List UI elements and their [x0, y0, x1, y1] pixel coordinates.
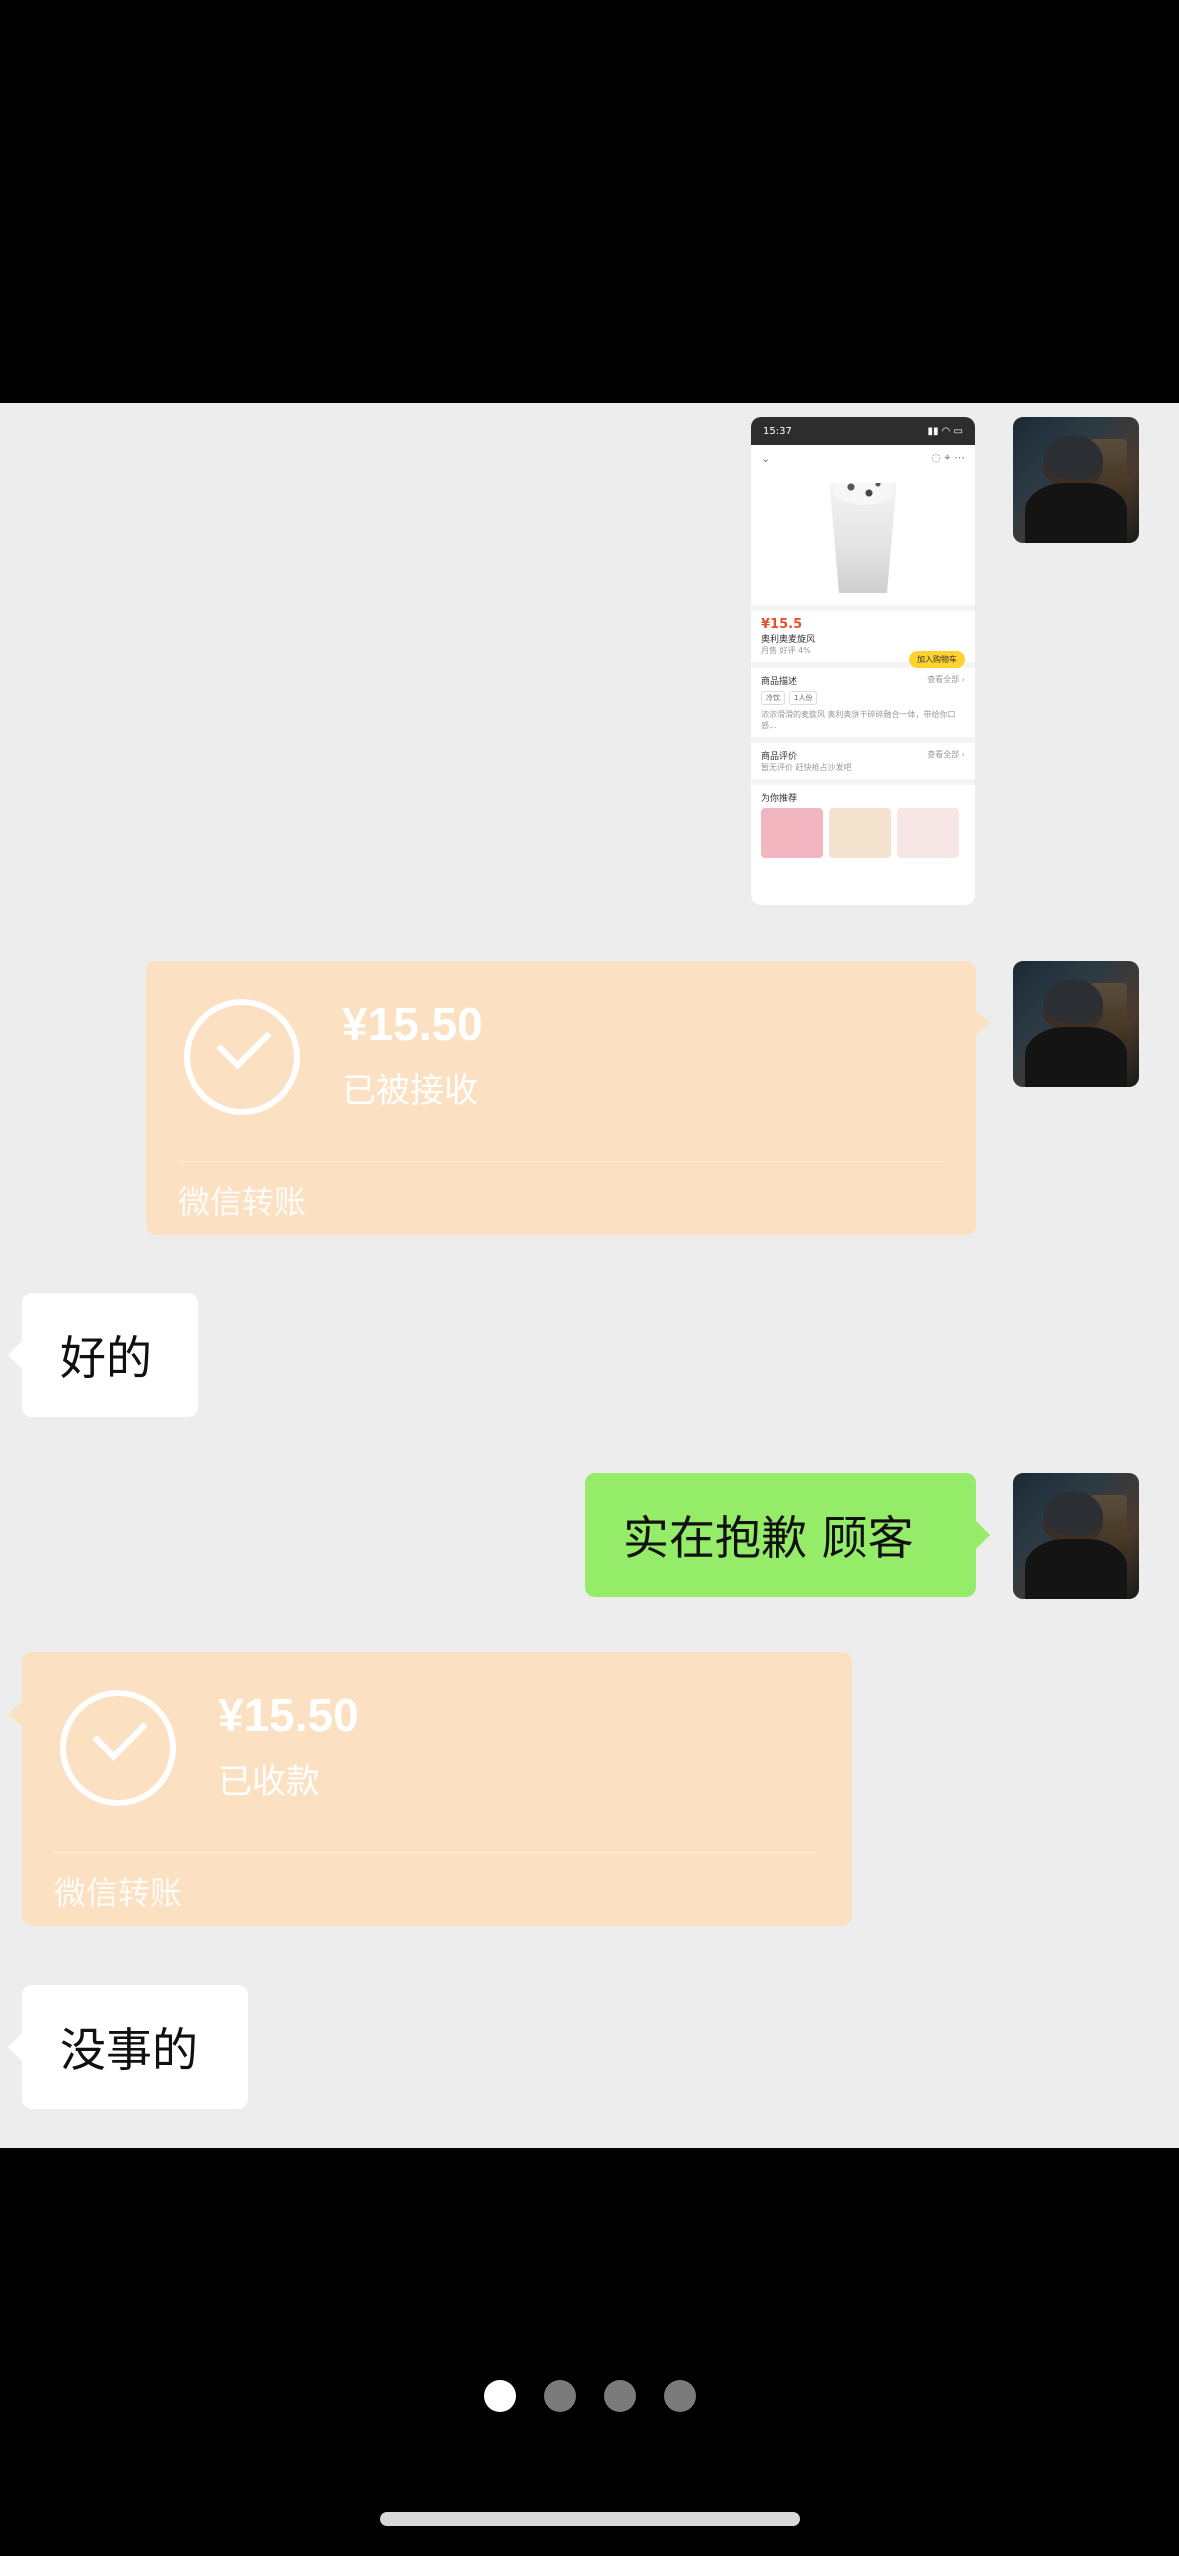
price-value: 15.5 [770, 617, 803, 632]
recommend-thumb-fries [897, 808, 959, 858]
message-text: 没事的 [60, 2023, 198, 2077]
page-dot-3[interactable] [603, 2380, 636, 2412]
review-link: 查看全部 › [927, 750, 965, 759]
avatar[interactable] [1013, 1473, 1139, 1599]
product-name: 奥利奥麦旋风 [761, 635, 816, 645]
message-text: 实在抱歉 顾客 [623, 1511, 914, 1565]
recommend-thumb-chicken [761, 808, 823, 858]
recommend-thumb-burger [829, 808, 891, 858]
check-circle-icon [184, 999, 300, 1115]
transfer-status: 已被接收 [342, 1071, 478, 1111]
transfer-card-collected[interactable]: ¥15.50 已收款 微信转账 [8, 1652, 852, 1926]
message-bubble-sent[interactable]: 实在抱歉 顾客 [585, 1473, 990, 1597]
transfer-amount: ¥15.50 [218, 1689, 359, 1741]
avatar[interactable] [1013, 961, 1139, 1087]
chip-cold-drink: 冷饮 [761, 691, 785, 705]
screenshot-time: 15:37 [763, 425, 792, 437]
transfer-footer: 微信转账 [54, 1874, 183, 1912]
transfer-amount: ¥15.50 [342, 998, 483, 1050]
message-bubble-received[interactable]: 没事的 [8, 1985, 248, 2109]
mcflurry-cup [829, 483, 897, 593]
home-indicator[interactable] [380, 2512, 800, 2526]
desc-title: 商品描述 [761, 677, 798, 687]
message-bubble-received[interactable]: 好的 [8, 1293, 198, 1417]
page-dot-4[interactable] [663, 2380, 696, 2412]
review-text: 暂无评价 赶快抢占沙发吧 [761, 763, 852, 772]
desc-link: 查看全部 › [927, 675, 965, 684]
avatar[interactable] [1013, 417, 1139, 543]
share-icons: ◌ ⌖ ⋯ [931, 451, 965, 464]
message-text: 好的 [60, 1331, 152, 1385]
signal-icon: ▮▮ ◠ ▭ [927, 425, 963, 437]
add-to-cart-button: 加入购物车 [909, 651, 965, 668]
review-title: 商品评价 [761, 752, 798, 762]
page-indicator [0, 2380, 1179, 2412]
transfer-divider [178, 1161, 944, 1162]
chip-portion: 1人份 [789, 691, 818, 705]
page-dot-1[interactable] [483, 2380, 516, 2412]
review-section: 商品评价 查看全部 › 暂无评价 赶快抢占沙发吧 [751, 737, 975, 779]
transfer-footer: 微信转账 [178, 1183, 307, 1221]
price-symbol: ¥ [761, 617, 771, 632]
transfer-status: 已收款 [218, 1762, 320, 1802]
chevron-down-icon: ⌄ [761, 451, 771, 465]
check-circle-icon [60, 1690, 176, 1806]
product-image [751, 471, 975, 605]
transfer-card-received[interactable]: ¥15.50 已被接收 微信转账 [146, 961, 990, 1235]
recommend-title: 为你推荐 [761, 794, 798, 804]
transfer-divider [54, 1852, 820, 1853]
product-screenshot-image[interactable]: 15:37 ▮▮ ◠ ▭ ⌄ ◌ ⌖ ⋯ ¥15.5 奥利奥麦旋风 月售 好评 … [751, 417, 975, 905]
recommend-section: 为你推荐 [751, 779, 975, 864]
desc-section: 商品描述 查看全部 › 冷饮 1人份 浓浓滑滑的麦旋风 奥利奥饼干碎碎融合一体，带给… [751, 662, 975, 737]
desc-text: 浓浓滑滑的麦旋风 奥利奥饼干碎碎融合一体，带给你口感... [761, 710, 956, 730]
screenshot-topbar: ⌄ ◌ ⌖ ⋯ [751, 445, 975, 471]
screenshot-status-bar: 15:37 ▮▮ ◠ ▭ [751, 417, 975, 445]
page-dot-2[interactable] [543, 2380, 576, 2412]
